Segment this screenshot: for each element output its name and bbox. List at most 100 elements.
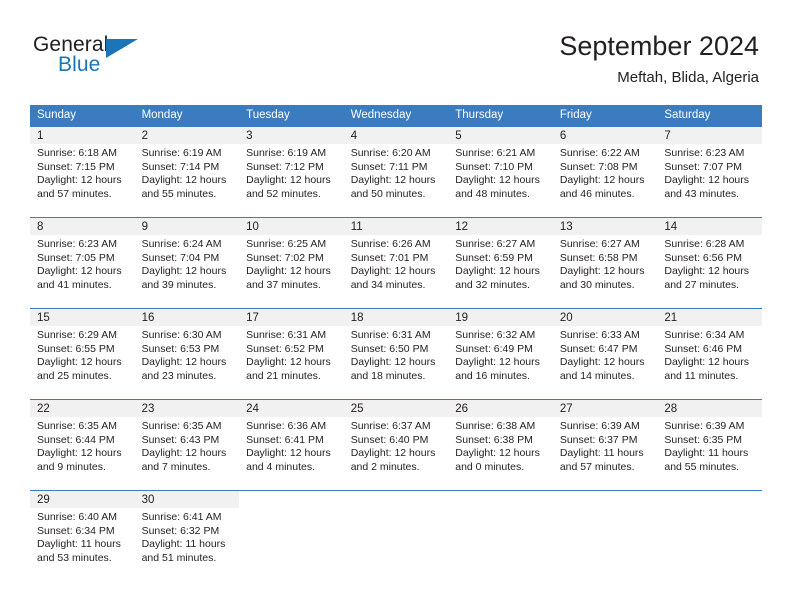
daylight-text: Daylight: 12 hours and 11 minutes. [664, 356, 750, 382]
sunset-text: Sunset: 6:34 PM [37, 524, 115, 537]
sunrise-text: Sunrise: 6:22 AM [559, 147, 640, 159]
calendar-day-cell[interactable]: 18 Sunrise: 6:31 AM Sunset: 6:50 PM Dayligh… [343, 309, 449, 399]
calendar-day-cell[interactable]: 17 Sunrise: 6:31 AM Sunset: 6:52 PM Dayligh… [239, 309, 344, 399]
daylight-text: Daylight: 12 hours and 9 minutes. [37, 447, 122, 473]
day-number: 29 [30, 491, 135, 508]
calendar-day-cell[interactable]: 12 Sunrise: 6:27 AM Sunset: 6:59 PM Dayligh… [448, 218, 553, 308]
day-number: 13 [552, 218, 658, 235]
calendar-day-cell[interactable]: 27 Sunrise: 6:39 AM Sunset: 6:37 PM Dayligh… [552, 400, 658, 490]
calendar-day-cell[interactable]: 6 Sunrise: 6:22 AM Sunset: 7:08 PM Daylight… [552, 127, 658, 217]
daylight-text: Daylight: 12 hours and 4 minutes. [246, 447, 331, 473]
brand-name-blue: Blue [58, 53, 101, 76]
sunrise-text: Sunrise: 6:20 AM [350, 147, 431, 159]
sunset-text: Sunset: 7:12 PM [246, 160, 324, 173]
sunrise-text: Sunrise: 6:35 AM [141, 420, 222, 432]
sunset-text: Sunset: 6:53 PM [141, 342, 220, 355]
calendar-day-cell[interactable]: 2 Sunrise: 6:19 AM Sunset: 7:14 PM Daylight… [134, 127, 240, 217]
calendar-day-cell[interactable]: 29 Sunrise: 6:40 AM Sunset: 6:34 PM Dayligh… [30, 491, 135, 581]
calendar-page: General Blue September 2024 Meftah, Blid… [0, 0, 792, 612]
day-number: 11 [343, 218, 449, 235]
calendar-day-cell[interactable]: 20 Sunrise: 6:33 AM Sunset: 6:47 PM Dayligh… [552, 309, 658, 399]
day-number: 14 [657, 218, 762, 235]
calendar-day-cell[interactable]: 28 Sunrise: 6:39 AM Sunset: 6:35 PM Dayligh… [657, 400, 762, 490]
sunset-text: Sunset: 6:35 PM [664, 433, 743, 446]
daylight-text: Daylight: 12 hours and 23 minutes. [141, 356, 227, 382]
sunrise-text: Sunrise: 6:25 AM [246, 238, 327, 250]
day-details: Sunrise: 6:34 AM Sunset: 6:46 PM Daylight:… [657, 326, 762, 383]
weekday-header-saturday: Saturday [664, 109, 711, 121]
day-number: 30 [134, 491, 240, 508]
sunset-text: Sunset: 6:37 PM [559, 433, 638, 446]
weekday-header-friday: Friday [559, 109, 592, 121]
day-number: 16 [134, 309, 240, 326]
day-number: 9 [134, 218, 240, 235]
calendar-day-cell[interactable]: 22 Sunrise: 6:35 AM Sunset: 6:44 PM Dayligh… [30, 400, 135, 490]
sunset-text: Sunset: 7:10 PM [455, 160, 533, 173]
day-details: Sunrise: 6:27 AM Sunset: 6:58 PM Daylight:… [553, 235, 658, 292]
daylight-text: Daylight: 12 hours and 41 minutes. [37, 265, 122, 291]
calendar-day-cell[interactable]: 24 Sunrise: 6:36 AM Sunset: 6:41 PM Dayligh… [239, 400, 344, 490]
daylight-text: Daylight: 12 hours and 27 minutes. [664, 265, 750, 291]
calendar-weeks: 1 Sunrise: 6:18 AM Sunset: 7:15 PM Daylight… [30, 127, 762, 581]
sunrise-text: Sunrise: 6:23 AM [37, 238, 117, 250]
sunset-text: Sunset: 6:47 PM [559, 342, 638, 355]
brand-logo[interactable]: General Blue [33, 34, 233, 86]
sunset-text: Sunset: 6:56 PM [664, 251, 743, 264]
day-number: 26 [448, 400, 553, 417]
day-details: Sunrise: 6:23 AM Sunset: 7:05 PM Daylight:… [30, 235, 135, 292]
calendar-day-cell[interactable]: 15 Sunrise: 6:29 AM Sunset: 6:55 PM Dayligh… [30, 309, 135, 399]
calendar-day-cell[interactable]: 4 Sunrise: 6:20 AM Sunset: 7:11 PM Daylight… [343, 127, 449, 217]
sunset-text: Sunset: 6:59 PM [455, 251, 533, 264]
calendar-week-row: 29 Sunrise: 6:40 AM Sunset: 6:34 PM Dayligh… [30, 490, 762, 581]
day-number: 28 [657, 400, 762, 417]
daylight-text: Daylight: 12 hours and 16 minutes. [455, 356, 540, 382]
page-subtitle-location: Meftah, Blida, Algeria [617, 69, 759, 86]
calendar-day-cell[interactable]: 1 Sunrise: 6:18 AM Sunset: 7:15 PM Daylight… [30, 127, 135, 217]
calendar-day-cell[interactable]: 14 Sunrise: 6:28 AM Sunset: 6:56 PM Dayligh… [657, 218, 762, 308]
sunrise-text: Sunrise: 6:38 AM [455, 420, 536, 432]
weekday-header-thursday: Thursday [455, 109, 504, 121]
sunrise-text: Sunrise: 6:18 AM [37, 147, 117, 159]
sunset-text: Sunset: 7:02 PM [246, 251, 324, 264]
calendar-day-cell[interactable]: 9 Sunrise: 6:24 AM Sunset: 7:04 PM Daylight… [134, 218, 240, 308]
day-number: 23 [134, 400, 240, 417]
calendar-week-row: 8 Sunrise: 6:23 AM Sunset: 7:05 PM Daylight… [30, 217, 762, 308]
calendar-day-cell[interactable]: 11 Sunrise: 6:26 AM Sunset: 7:01 PM Dayligh… [343, 218, 449, 308]
calendar-day-cell[interactable]: 10 Sunrise: 6:25 AM Sunset: 7:02 PM Dayligh… [239, 218, 344, 308]
calendar-day-cell[interactable]: 3 Sunrise: 6:19 AM Sunset: 7:12 PM Daylight… [239, 127, 344, 217]
sunset-text: Sunset: 7:04 PM [141, 251, 220, 264]
sunset-text: Sunset: 7:11 PM [350, 160, 428, 173]
calendar-day-cell[interactable]: 16 Sunrise: 6:30 AM Sunset: 6:53 PM Dayligh… [134, 309, 240, 399]
sunset-text: Sunset: 6:32 PM [141, 524, 220, 537]
day-number: 12 [448, 218, 553, 235]
day-details: Sunrise: 6:38 AM Sunset: 6:38 PM Daylight:… [448, 417, 553, 474]
calendar-day-cell[interactable]: 30 Sunrise: 6:41 AM Sunset: 6:32 PM Dayligh… [134, 491, 240, 581]
calendar-day-cell[interactable]: 25 Sunrise: 6:37 AM Sunset: 6:40 PM Dayligh… [343, 400, 449, 490]
calendar-day-cell[interactable]: 23 Sunrise: 6:35 AM Sunset: 6:43 PM Dayligh… [134, 400, 240, 490]
calendar-day-cell[interactable]: 19 Sunrise: 6:32 AM Sunset: 6:49 PM Dayligh… [448, 309, 553, 399]
weekday-header-wednesday: Wednesday [350, 109, 412, 121]
daylight-text: Daylight: 12 hours and 39 minutes. [141, 265, 227, 291]
sunset-text: Sunset: 7:14 PM [141, 160, 220, 173]
calendar-day-cell[interactable]: 8 Sunrise: 6:23 AM Sunset: 7:05 PM Daylight… [30, 218, 135, 308]
calendar-day-cell[interactable]: 7 Sunrise: 6:23 AM Sunset: 7:07 PM Daylight… [657, 127, 762, 217]
calendar-day-cell[interactable]: 5 Sunrise: 6:21 AM Sunset: 7:10 PM Daylight… [448, 127, 553, 217]
sunrise-text: Sunrise: 6:36 AM [246, 420, 327, 432]
sunset-text: Sunset: 6:55 PM [37, 342, 115, 355]
sunset-text: Sunset: 7:05 PM [37, 251, 115, 264]
day-details: Sunrise: 6:23 AM Sunset: 7:07 PM Daylight:… [657, 144, 762, 201]
daylight-text: Daylight: 12 hours and 21 minutes. [246, 356, 331, 382]
sunrise-text: Sunrise: 6:32 AM [455, 329, 536, 341]
calendar-day-cell[interactable]: 21 Sunrise: 6:34 AM Sunset: 6:46 PM Dayligh… [657, 309, 762, 399]
day-number: 7 [657, 127, 762, 144]
daylight-text: Daylight: 12 hours and 46 minutes. [559, 174, 645, 200]
daylight-text: Daylight: 12 hours and 30 minutes. [559, 265, 645, 291]
sunrise-text: Sunrise: 6:28 AM [664, 238, 745, 250]
calendar-day-cell[interactable]: 26 Sunrise: 6:38 AM Sunset: 6:38 PM Dayligh… [448, 400, 553, 490]
calendar-day-cell-empty [344, 491, 449, 581]
calendar-day-cell-empty [239, 491, 344, 581]
day-details: Sunrise: 6:29 AM Sunset: 6:55 PM Daylight:… [30, 326, 135, 383]
day-number: 3 [239, 127, 344, 144]
calendar-day-cell[interactable]: 13 Sunrise: 6:27 AM Sunset: 6:58 PM Dayligh… [552, 218, 658, 308]
day-number: 4 [343, 127, 449, 144]
